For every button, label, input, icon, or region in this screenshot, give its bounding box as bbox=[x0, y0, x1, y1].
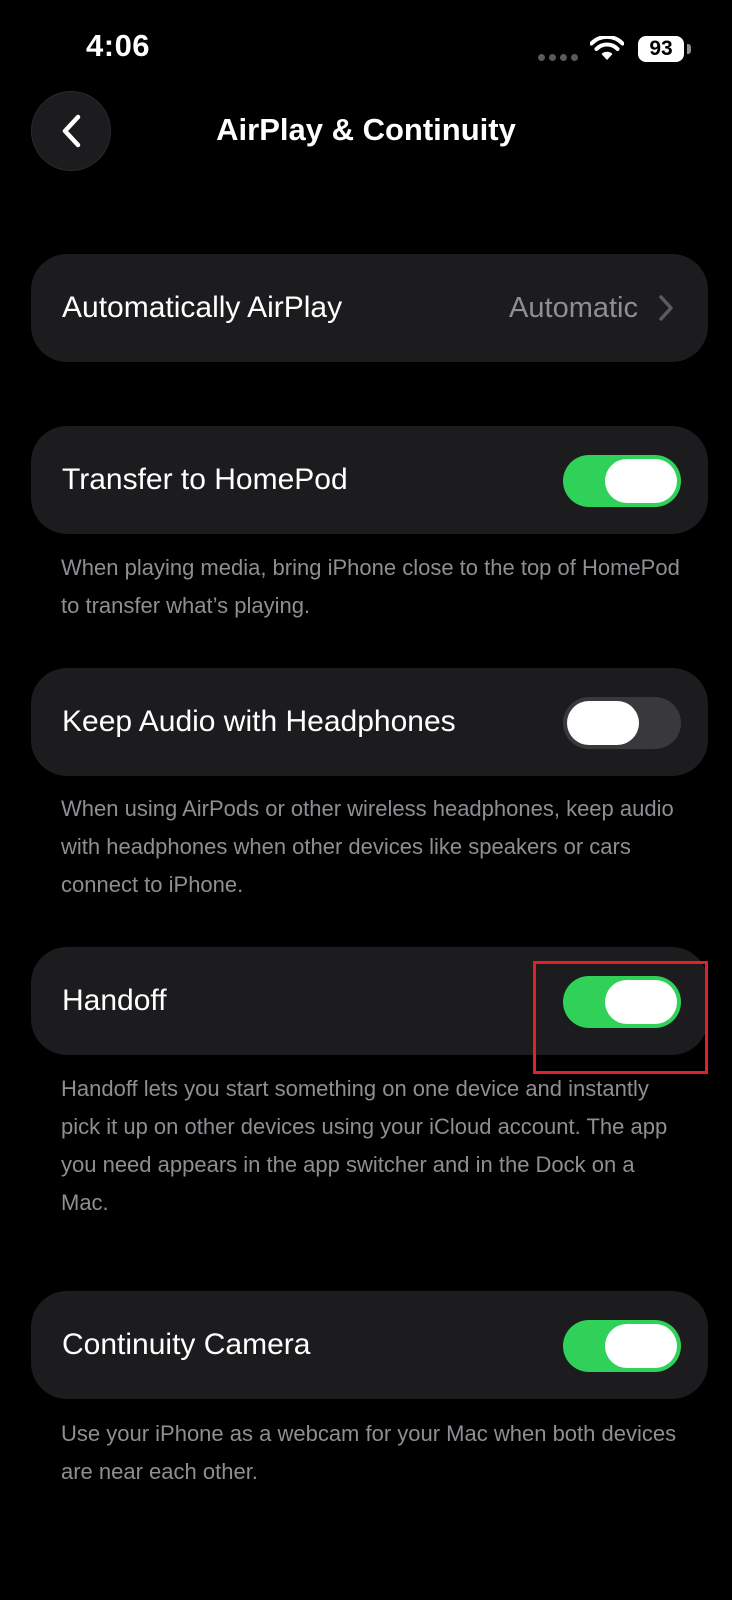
cellular-signal-icon bbox=[538, 54, 578, 61]
continuity-camera-row: Continuity Camera bbox=[31, 1291, 708, 1399]
handoff-footnote: Handoff lets you start something on one … bbox=[61, 1076, 668, 1215]
transfer-to-homepod-row: Transfer to HomePod bbox=[31, 426, 708, 534]
automatically-airplay-label: Automatically AirPlay bbox=[62, 291, 343, 324]
keep-audio-with-headphones-footnote: When using AirPods or other wireless hea… bbox=[61, 796, 674, 897]
toggle-knob bbox=[605, 459, 677, 503]
continuity-camera-toggle[interactable] bbox=[563, 1320, 681, 1372]
transfer-to-homepod-footnote: When playing media, bring iPhone close t… bbox=[61, 555, 680, 618]
page-title: AirPlay & Continuity bbox=[216, 112, 516, 147]
battery-cap bbox=[687, 44, 691, 54]
chevron-right-icon bbox=[659, 295, 673, 321]
wifi-icon bbox=[590, 36, 624, 60]
handoff-label: Handoff bbox=[62, 984, 167, 1017]
automatically-airplay-row[interactable]: Automatically AirPlay Automatic bbox=[31, 254, 708, 362]
battery-icon: 93 bbox=[638, 36, 684, 62]
transfer-to-homepod-label: Transfer to HomePod bbox=[62, 463, 348, 496]
toggle-knob bbox=[567, 701, 639, 745]
continuity-camera-label: Continuity Camera bbox=[62, 1328, 311, 1361]
transfer-to-homepod-toggle[interactable] bbox=[563, 455, 681, 507]
keep-audio-with-headphones-toggle[interactable] bbox=[563, 697, 681, 749]
keep-audio-with-headphones-label: Keep Audio with Headphones bbox=[62, 705, 456, 738]
automatically-airplay-value: Automatic bbox=[509, 292, 638, 324]
status-time: 4:06 bbox=[86, 28, 151, 63]
toggle-knob bbox=[605, 1324, 677, 1368]
continuity-camera-footnote: Use your iPhone as a webcam for your Mac… bbox=[61, 1421, 677, 1484]
handoff-toggle-highlight bbox=[533, 961, 708, 1074]
keep-audio-with-headphones-row: Keep Audio with Headphones bbox=[31, 668, 708, 776]
